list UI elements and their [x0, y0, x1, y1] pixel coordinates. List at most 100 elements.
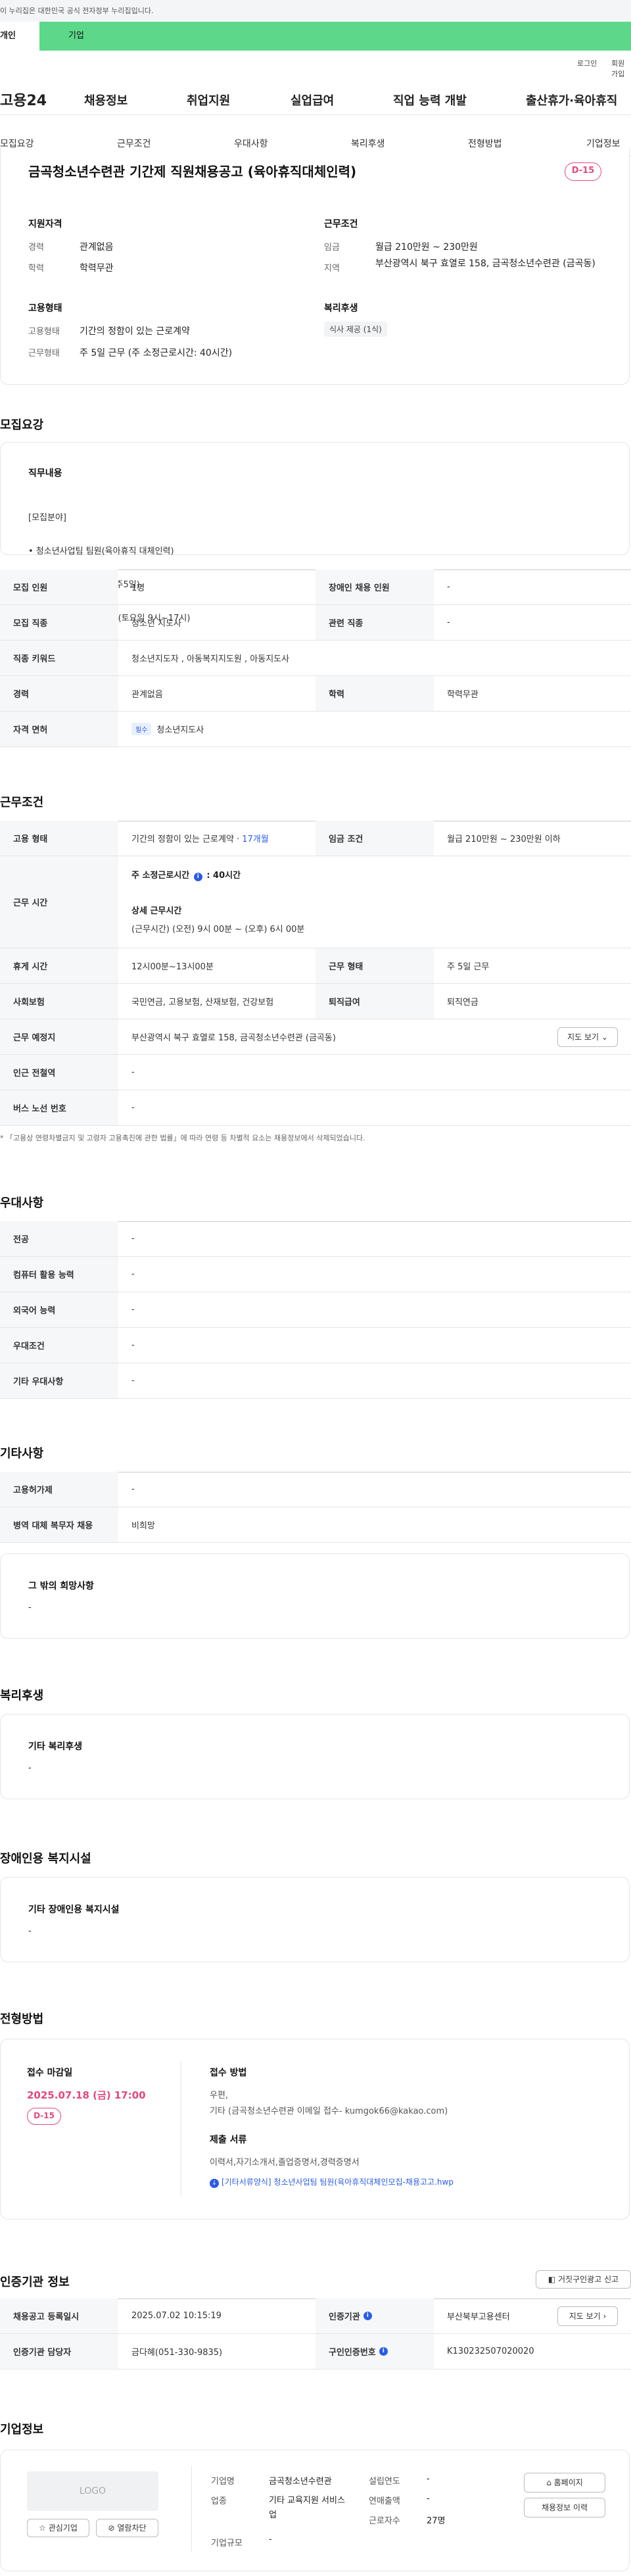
th: 근무 예정지	[0, 1019, 118, 1054]
est-label: 설립연도	[369, 2477, 400, 2487]
th: 근무 형태	[316, 948, 434, 983]
nav-skills[interactable]: 직업 능력 개발	[393, 91, 467, 109]
welfare-card-title: 기타 복리후생	[28, 1741, 83, 1752]
favorite-company-button[interactable]: ☆ 관심기업	[27, 2519, 89, 2537]
td: -	[131, 1269, 135, 1279]
join-link[interactable]: 회원가입	[611, 58, 631, 79]
method-value-1: 우편,	[210, 2091, 229, 2101]
user-type-tabs: 개인 기업	[0, 22, 631, 51]
license-value: 청소년지도사	[156, 725, 204, 735]
recruit-row: 모집 직종 청소년 지도사 관련 직종 -	[0, 605, 631, 641]
td: -	[131, 1305, 135, 1315]
cond-title: 근무조건	[324, 219, 358, 230]
disability-section-title: 장애인용 복지시설	[0, 1852, 91, 1866]
tab-enterprise[interactable]: 기업	[39, 22, 631, 51]
td: K130232507020020	[447, 2346, 534, 2356]
edu-label: 학력	[28, 264, 44, 274]
chevron-right-icon: ›	[603, 2312, 607, 2321]
th: 전공	[0, 1221, 118, 1256]
est-value: -	[427, 2474, 430, 2484]
region-value: 부산광역시 북구 효열로 158, 금곡청소년수련관 (금곡동)	[375, 258, 596, 269]
deadline-value: 2025.07.18 (금) 17:00	[27, 2089, 146, 2101]
dday-badge: D-15	[565, 162, 601, 181]
td-license: 필수 청소년지도사	[118, 712, 204, 746]
wage-label: 임금	[324, 243, 340, 253]
login-link[interactable]: 로그인	[577, 58, 597, 68]
recruit-row: 경력 관계없음 학력 학력무관	[0, 676, 631, 712]
td: 청소년지도자 , 아동복지지도원 , 아동지도사	[131, 654, 290, 664]
job-history-button[interactable]: 채용정보 이력	[524, 2498, 605, 2517]
td: 비희망	[131, 1521, 155, 1531]
size-label: 기업규모	[211, 2539, 243, 2548]
th: 직종 키워드	[0, 641, 118, 675]
deadline-title: 접수 마감일	[27, 2068, 73, 2078]
disability-card: 기타 장애인용 복지시설 -	[0, 1877, 630, 1962]
megaphone-icon: ◧	[548, 2275, 556, 2284]
td: 주 5일 근무	[447, 962, 490, 972]
home-icon: ⌂	[546, 2478, 551, 2487]
map-button[interactable]: 지도 보기 ⌄	[557, 1027, 618, 1047]
sales-label: 연매출액	[369, 2496, 400, 2506]
emp-title: 고용형태	[28, 303, 62, 314]
duty-line: [모집분야]	[28, 513, 66, 523]
td: 관계없음	[131, 690, 163, 700]
career-label: 경력	[28, 243, 44, 253]
agency-row: 인증기관 담당자 금다혜(051-330-9835) 구인인증번호 i K1302…	[0, 2334, 631, 2369]
info-icon[interactable]: i	[363, 2312, 372, 2320]
attachment-link[interactable]: ↓ [기타서류양식] 청소년사업팀 팀원(육아휴직대체인모집-채용고고.hwp	[210, 2176, 454, 2188]
career-value: 관계없음	[80, 242, 114, 253]
td: -	[131, 1067, 135, 1077]
td: -	[131, 1234, 135, 1244]
td: -	[447, 618, 450, 627]
pref-row: 우대조건 -	[0, 1328, 631, 1363]
recruit-row: 직종 키워드 청소년지도자 , 아동복지지도원 , 아동지도사	[0, 641, 631, 676]
recruit-row: 자격 면허 필수 청소년지도사	[0, 712, 631, 747]
block-view-button[interactable]: ⊘ 열람차단	[96, 2519, 158, 2537]
divider	[191, 2466, 192, 2552]
company-section-title: 기업정보	[0, 2423, 44, 2437]
star-icon: ☆	[39, 2523, 46, 2533]
work-row: 버스 노선 번호 -	[0, 1090, 631, 1126]
td: 부산광역시 북구 효열로 158, 금곡청소년수련관 (금곡동)	[131, 1033, 336, 1043]
download-icon: ↓	[210, 2179, 219, 2188]
other-wish-value: -	[28, 1603, 32, 1613]
disability-card-value: -	[28, 1926, 32, 1936]
recruit-section-title: 모집요강	[0, 418, 44, 432]
report-fake-ad-button[interactable]: ◧ 거짓구인광고 신고	[536, 2270, 631, 2289]
td: 월급 210만원 ~ 230만원 이하	[447, 835, 561, 844]
th: 외국어 능력	[0, 1292, 118, 1327]
homepage-button[interactable]: ⌂ 홈페이지	[524, 2473, 605, 2492]
td: 12시00분~13시00분	[131, 962, 214, 972]
td: 1명	[131, 583, 145, 593]
work-row: 근무 예정지 부산광역시 북구 효열로 158, 금곡청소년수련관 (금곡동) …	[0, 1019, 631, 1055]
th: 고용허가제	[0, 1472, 118, 1507]
emp-value: 기간의 정함이 있는 근로계약 ·	[131, 835, 240, 844]
th: 퇴직급여	[316, 984, 434, 1019]
method-title: 접수 방법	[210, 2068, 247, 2078]
welfare-tag: 식사 제공 (1식)	[324, 322, 387, 337]
tab-individual[interactable]: 개인	[0, 22, 39, 51]
block-icon: ⊘	[108, 2523, 115, 2533]
pref-row: 컴퓨터 활용 능력 -	[0, 1257, 631, 1292]
method-value-2: 기타 (금곡청소년수련관 이메일 접수- kumgok66@kakao.com)	[210, 2106, 448, 2116]
nav-parental-leave[interactable]: 출산휴가·육아휴직	[526, 91, 617, 109]
td: -	[131, 1376, 135, 1386]
detail-button[interactable]: 지도 보기 ›	[557, 2306, 618, 2326]
td: 2025.07.02 10:15:19	[131, 2311, 222, 2321]
nav-unemployment-benefit[interactable]: 실업급여	[291, 91, 334, 109]
weekly-hours-value: : 40시간	[206, 871, 241, 881]
site-logo[interactable]: 고용24	[0, 89, 47, 110]
td: 퇴직연금	[447, 998, 479, 1008]
pref-row: 기타 우대사항 -	[0, 1363, 631, 1399]
nav-jobs[interactable]: 채용정보	[84, 91, 128, 109]
th: 인증기관 담당자	[0, 2334, 118, 2369]
emptype-label: 고용형태	[28, 327, 60, 337]
info-icon[interactable]: i	[379, 2347, 388, 2356]
td: -	[131, 1484, 135, 1494]
nav-employment-support[interactable]: 취업지원	[187, 91, 230, 109]
worktype-label: 근무형태	[28, 349, 60, 358]
th: 기타 우대사항	[0, 1363, 118, 1398]
info-icon[interactable]: i	[193, 873, 202, 881]
agency-section-title: 인증기관 정보	[0, 2275, 70, 2289]
disability-card-title: 기타 장애인용 복지시설	[28, 1905, 120, 1915]
